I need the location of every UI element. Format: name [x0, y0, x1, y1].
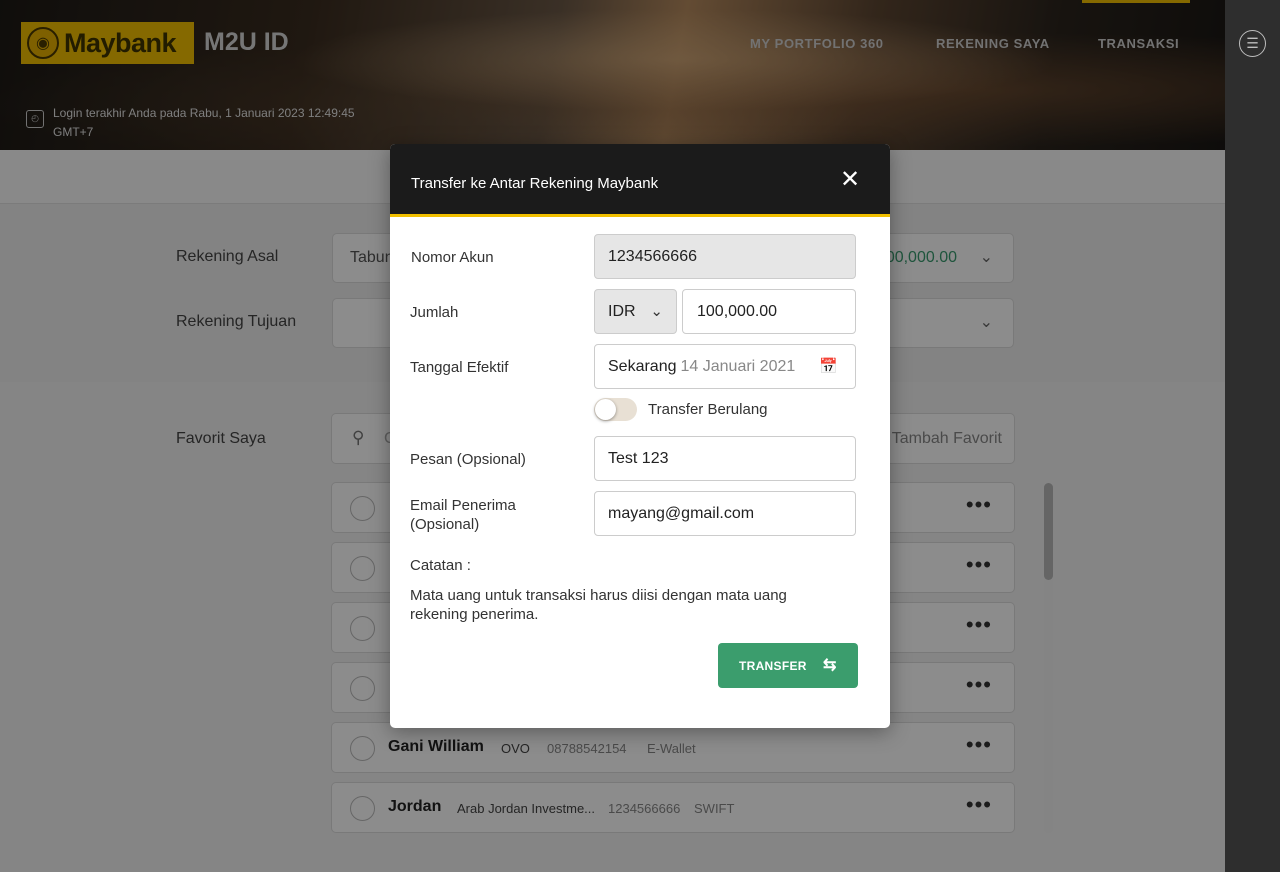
email-label-line1: Email Penerima	[410, 497, 516, 514]
account-number-label: Nomor Akun	[411, 249, 494, 266]
amount-input[interactable]: 100,000.00	[682, 289, 856, 334]
date-value: 14 Januari 2021	[680, 358, 796, 375]
transfer-modal: Transfer ke Antar Rekening Maybank ✕ Nom…	[390, 144, 890, 728]
modal-header: Transfer ke Antar Rekening Maybank ✕	[390, 144, 890, 217]
menu-icon[interactable]: ☰	[1239, 30, 1266, 57]
date-now-text: Sekarang	[608, 358, 677, 375]
modal-title: Transfer ke Antar Rekening Maybank	[411, 175, 659, 192]
swap-arrows-icon: ⇆	[823, 657, 837, 674]
currency-select[interactable]: IDR ⌄	[594, 289, 677, 334]
effective-date-label: Tanggal Efektif	[410, 359, 509, 376]
message-label: Pesan (Opsional)	[410, 451, 526, 468]
recipient-email-label: Email Penerima (Opsional)	[410, 496, 516, 534]
message-input[interactable]: Test 123	[594, 436, 856, 481]
transfer-button-label: TRANSFER	[739, 659, 807, 673]
recipient-email-input[interactable]: mayang@gmail.com	[594, 491, 856, 536]
calendar-icon[interactable]: 📅	[819, 345, 838, 388]
amount-label: Jumlah	[410, 304, 459, 321]
note-text: Mata uang untuk transaksi harus diisi de…	[410, 587, 787, 623]
toggle-knob	[595, 399, 616, 420]
effective-date-picker[interactable]: Sekarang 14 Januari 2021 📅	[594, 344, 856, 389]
right-sidebar: ☰	[1225, 0, 1280, 872]
close-icon[interactable]: ✕	[838, 168, 862, 192]
email-label-line2: (Opsional)	[410, 516, 480, 533]
recurring-transfer-label: Transfer Berulang	[648, 401, 768, 418]
transfer-button[interactable]: TRANSFER ⇆	[718, 643, 858, 688]
chevron-down-icon: ⌄	[650, 303, 663, 320]
recurring-transfer-toggle[interactable]	[594, 398, 637, 421]
note-title: Catatan :	[410, 557, 471, 574]
currency-value: IDR	[608, 303, 636, 320]
account-number-field: 1234566666	[594, 234, 856, 279]
